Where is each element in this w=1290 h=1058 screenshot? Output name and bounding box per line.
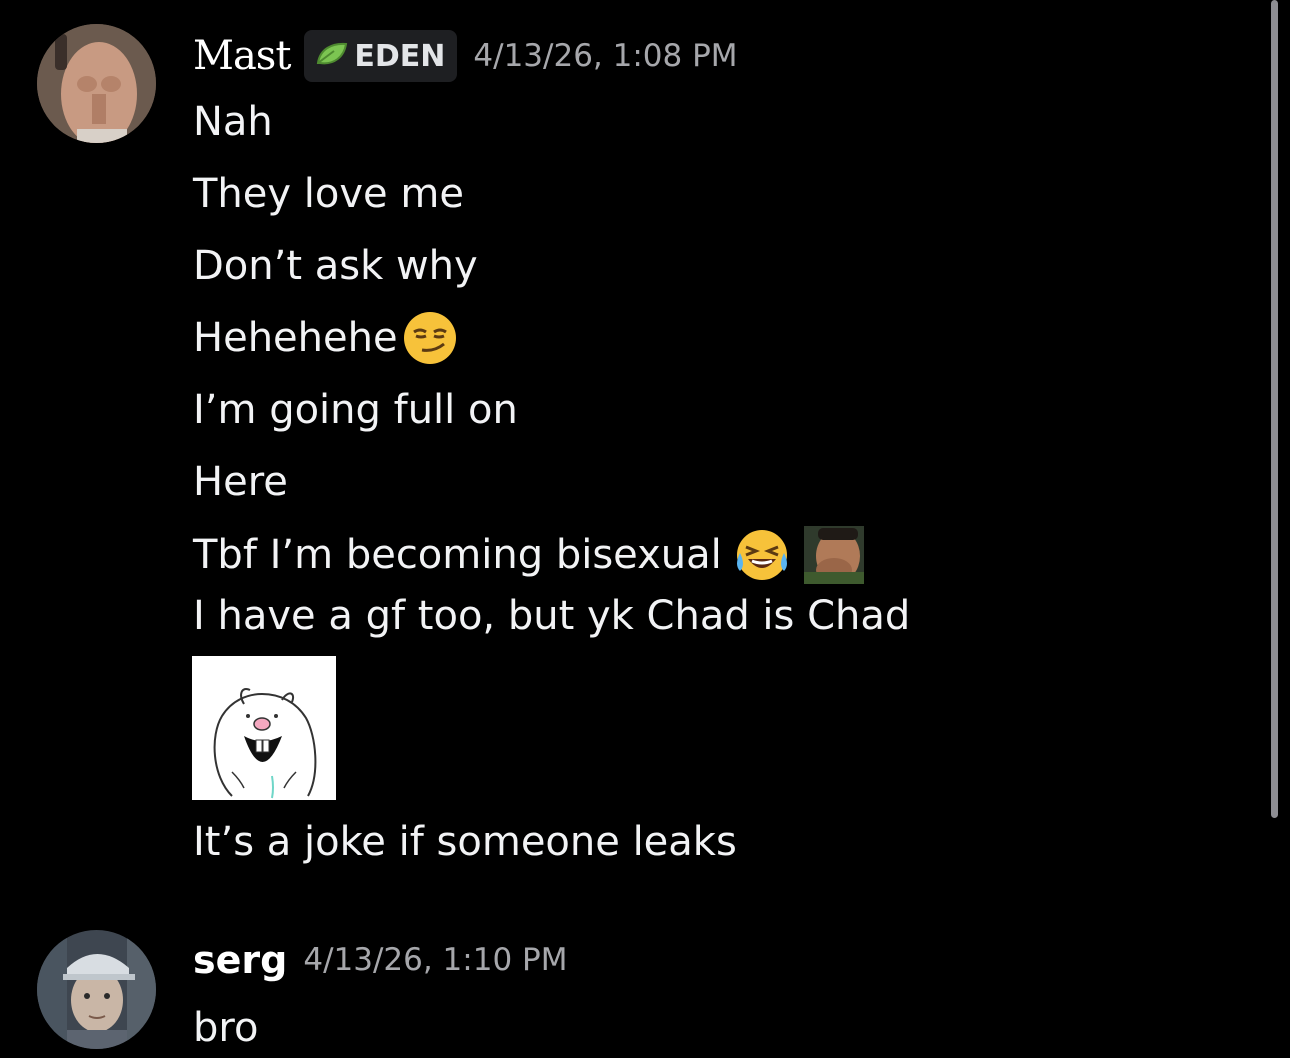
message-text: They love me: [193, 171, 464, 217]
message-text: It’s a joke if someone leaks: [193, 819, 737, 865]
scrollbar[interactable]: [1271, 0, 1278, 818]
message-line[interactable]: They love me: [193, 172, 464, 216]
sticker-image[interactable]: [192, 656, 336, 800]
message-line[interactable]: Tbf I’m becoming bisexual: [193, 526, 864, 584]
username-serg[interactable]: serg: [193, 938, 287, 982]
guild-tag-label: EDEN: [354, 38, 446, 74]
timestamp: 4/13/26, 1:10 PM: [303, 942, 568, 978]
message-text: Nah: [193, 99, 273, 145]
message-text: I have a gf too, but yk Chad is Chad: [193, 593, 911, 639]
message-line[interactable]: bro: [193, 1006, 258, 1050]
timestamp: 4/13/26, 1:08 PM: [473, 38, 738, 74]
leaf-icon: [314, 41, 348, 71]
face-with-tears-of-joy-emoji[interactable]: [734, 527, 790, 583]
message-text: I’m going full on: [193, 387, 518, 433]
message-header-mast: Mast EDEN 4/13/26, 1:08 PM: [193, 30, 738, 82]
message-line[interactable]: I have a gf too, but yk Chad is Chad: [193, 594, 910, 638]
avatar-serg[interactable]: [37, 930, 156, 1049]
message-text: Here: [193, 459, 288, 505]
message-line[interactable]: Don’t ask why: [193, 244, 478, 288]
message-header-serg: serg 4/13/26, 1:10 PM: [193, 938, 567, 982]
message-line[interactable]: Here: [193, 460, 288, 504]
message-text: bro: [193, 1005, 259, 1051]
message-line[interactable]: Hehehehe: [193, 310, 458, 366]
message-text: Hehehehe: [193, 315, 398, 361]
message-line[interactable]: I’m going full on: [193, 388, 518, 432]
guild-tag[interactable]: EDEN: [304, 30, 458, 82]
avatar-mast[interactable]: [37, 24, 156, 143]
username-mast[interactable]: Mast: [193, 33, 291, 79]
smirking-face-emoji[interactable]: [402, 310, 458, 366]
message-text: Tbf I’m becoming bisexual: [193, 532, 722, 578]
custom-chad-emoji[interactable]: [803, 526, 864, 584]
chat-message-list[interactable]: Mast EDEN 4/13/26, 1:08 PM Nah They love…: [0, 0, 1290, 1058]
message-line[interactable]: Nah: [193, 100, 273, 144]
message-line[interactable]: It’s a joke if someone leaks: [193, 820, 737, 864]
message-text: Don’t ask why: [193, 243, 478, 289]
